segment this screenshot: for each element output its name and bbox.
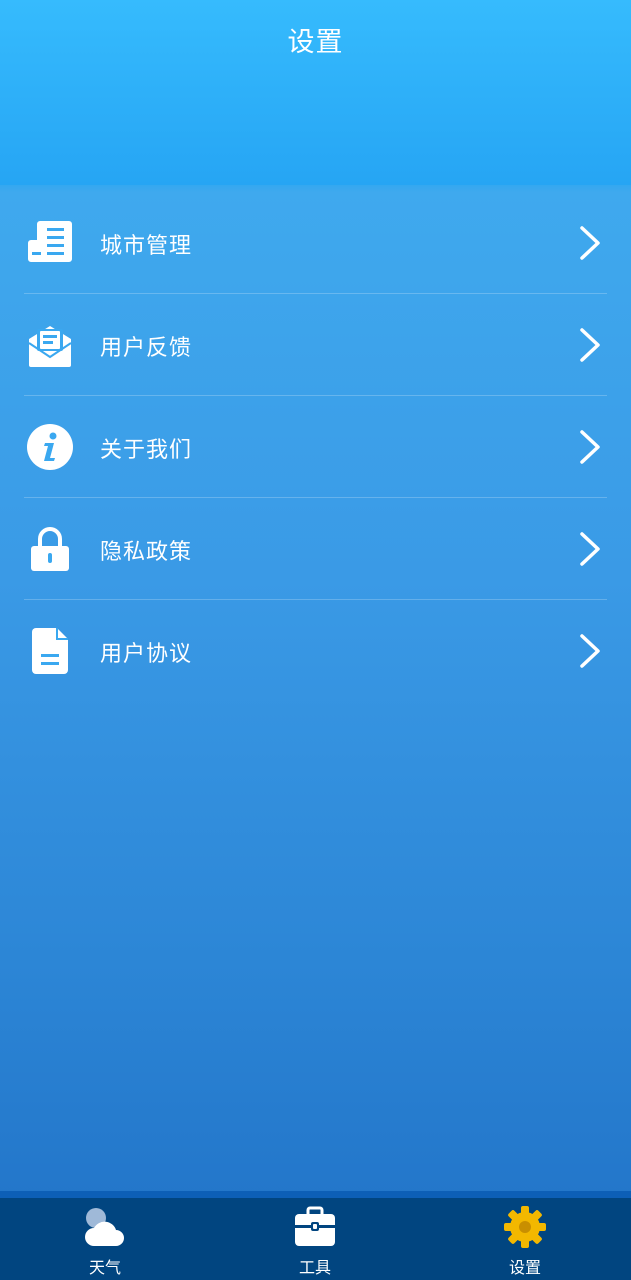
menu-item-user-agreement[interactable]: 用户协议 (0, 600, 631, 702)
feedback-envelope-icon (28, 326, 72, 367)
tab-settings[interactable]: 设置 (420, 1198, 630, 1280)
page-title: 设置 (287, 27, 344, 58)
chevron-right-icon (580, 634, 600, 668)
lock-icon (31, 527, 69, 571)
tab-label: 设置 (508, 1258, 541, 1277)
gear-icon (504, 1206, 546, 1248)
chevron-right-icon (580, 532, 600, 566)
settings-list: 城市管理 用户反馈 关于我们 隐私政策 用户协议 (0, 192, 631, 702)
chevron-right-icon (580, 430, 600, 464)
chevron-right-icon (580, 328, 600, 362)
menu-item-privacy-policy[interactable]: 隐私政策 (0, 498, 631, 600)
toolbox-icon (295, 1206, 335, 1246)
tab-tools[interactable]: 工具 (210, 1198, 420, 1280)
menu-item-label: 关于我们 (100, 438, 193, 463)
menu-item-about-us[interactable]: 关于我们 (0, 396, 631, 498)
tab-weather[interactable]: 天气 (0, 1198, 210, 1280)
header: 设置 (0, 0, 631, 185)
menu-item-city-management[interactable]: 城市管理 (0, 192, 631, 294)
city-management-icon (28, 221, 72, 262)
menu-item-label: 城市管理 (100, 234, 193, 259)
chevron-right-icon (580, 226, 600, 260)
menu-item-feedback[interactable]: 用户反馈 (0, 294, 631, 396)
tab-label: 天气 (88, 1258, 121, 1277)
document-icon (32, 628, 68, 674)
info-icon (27, 424, 73, 470)
menu-item-label: 隐私政策 (100, 540, 193, 565)
menu-item-label: 用户反馈 (100, 336, 193, 361)
tab-label: 工具 (298, 1258, 331, 1277)
bottom-tab-bar: 天气 工具 设置 (0, 1191, 631, 1280)
weather-cloud-icon (85, 1208, 124, 1246)
menu-item-label: 用户协议 (100, 642, 193, 667)
